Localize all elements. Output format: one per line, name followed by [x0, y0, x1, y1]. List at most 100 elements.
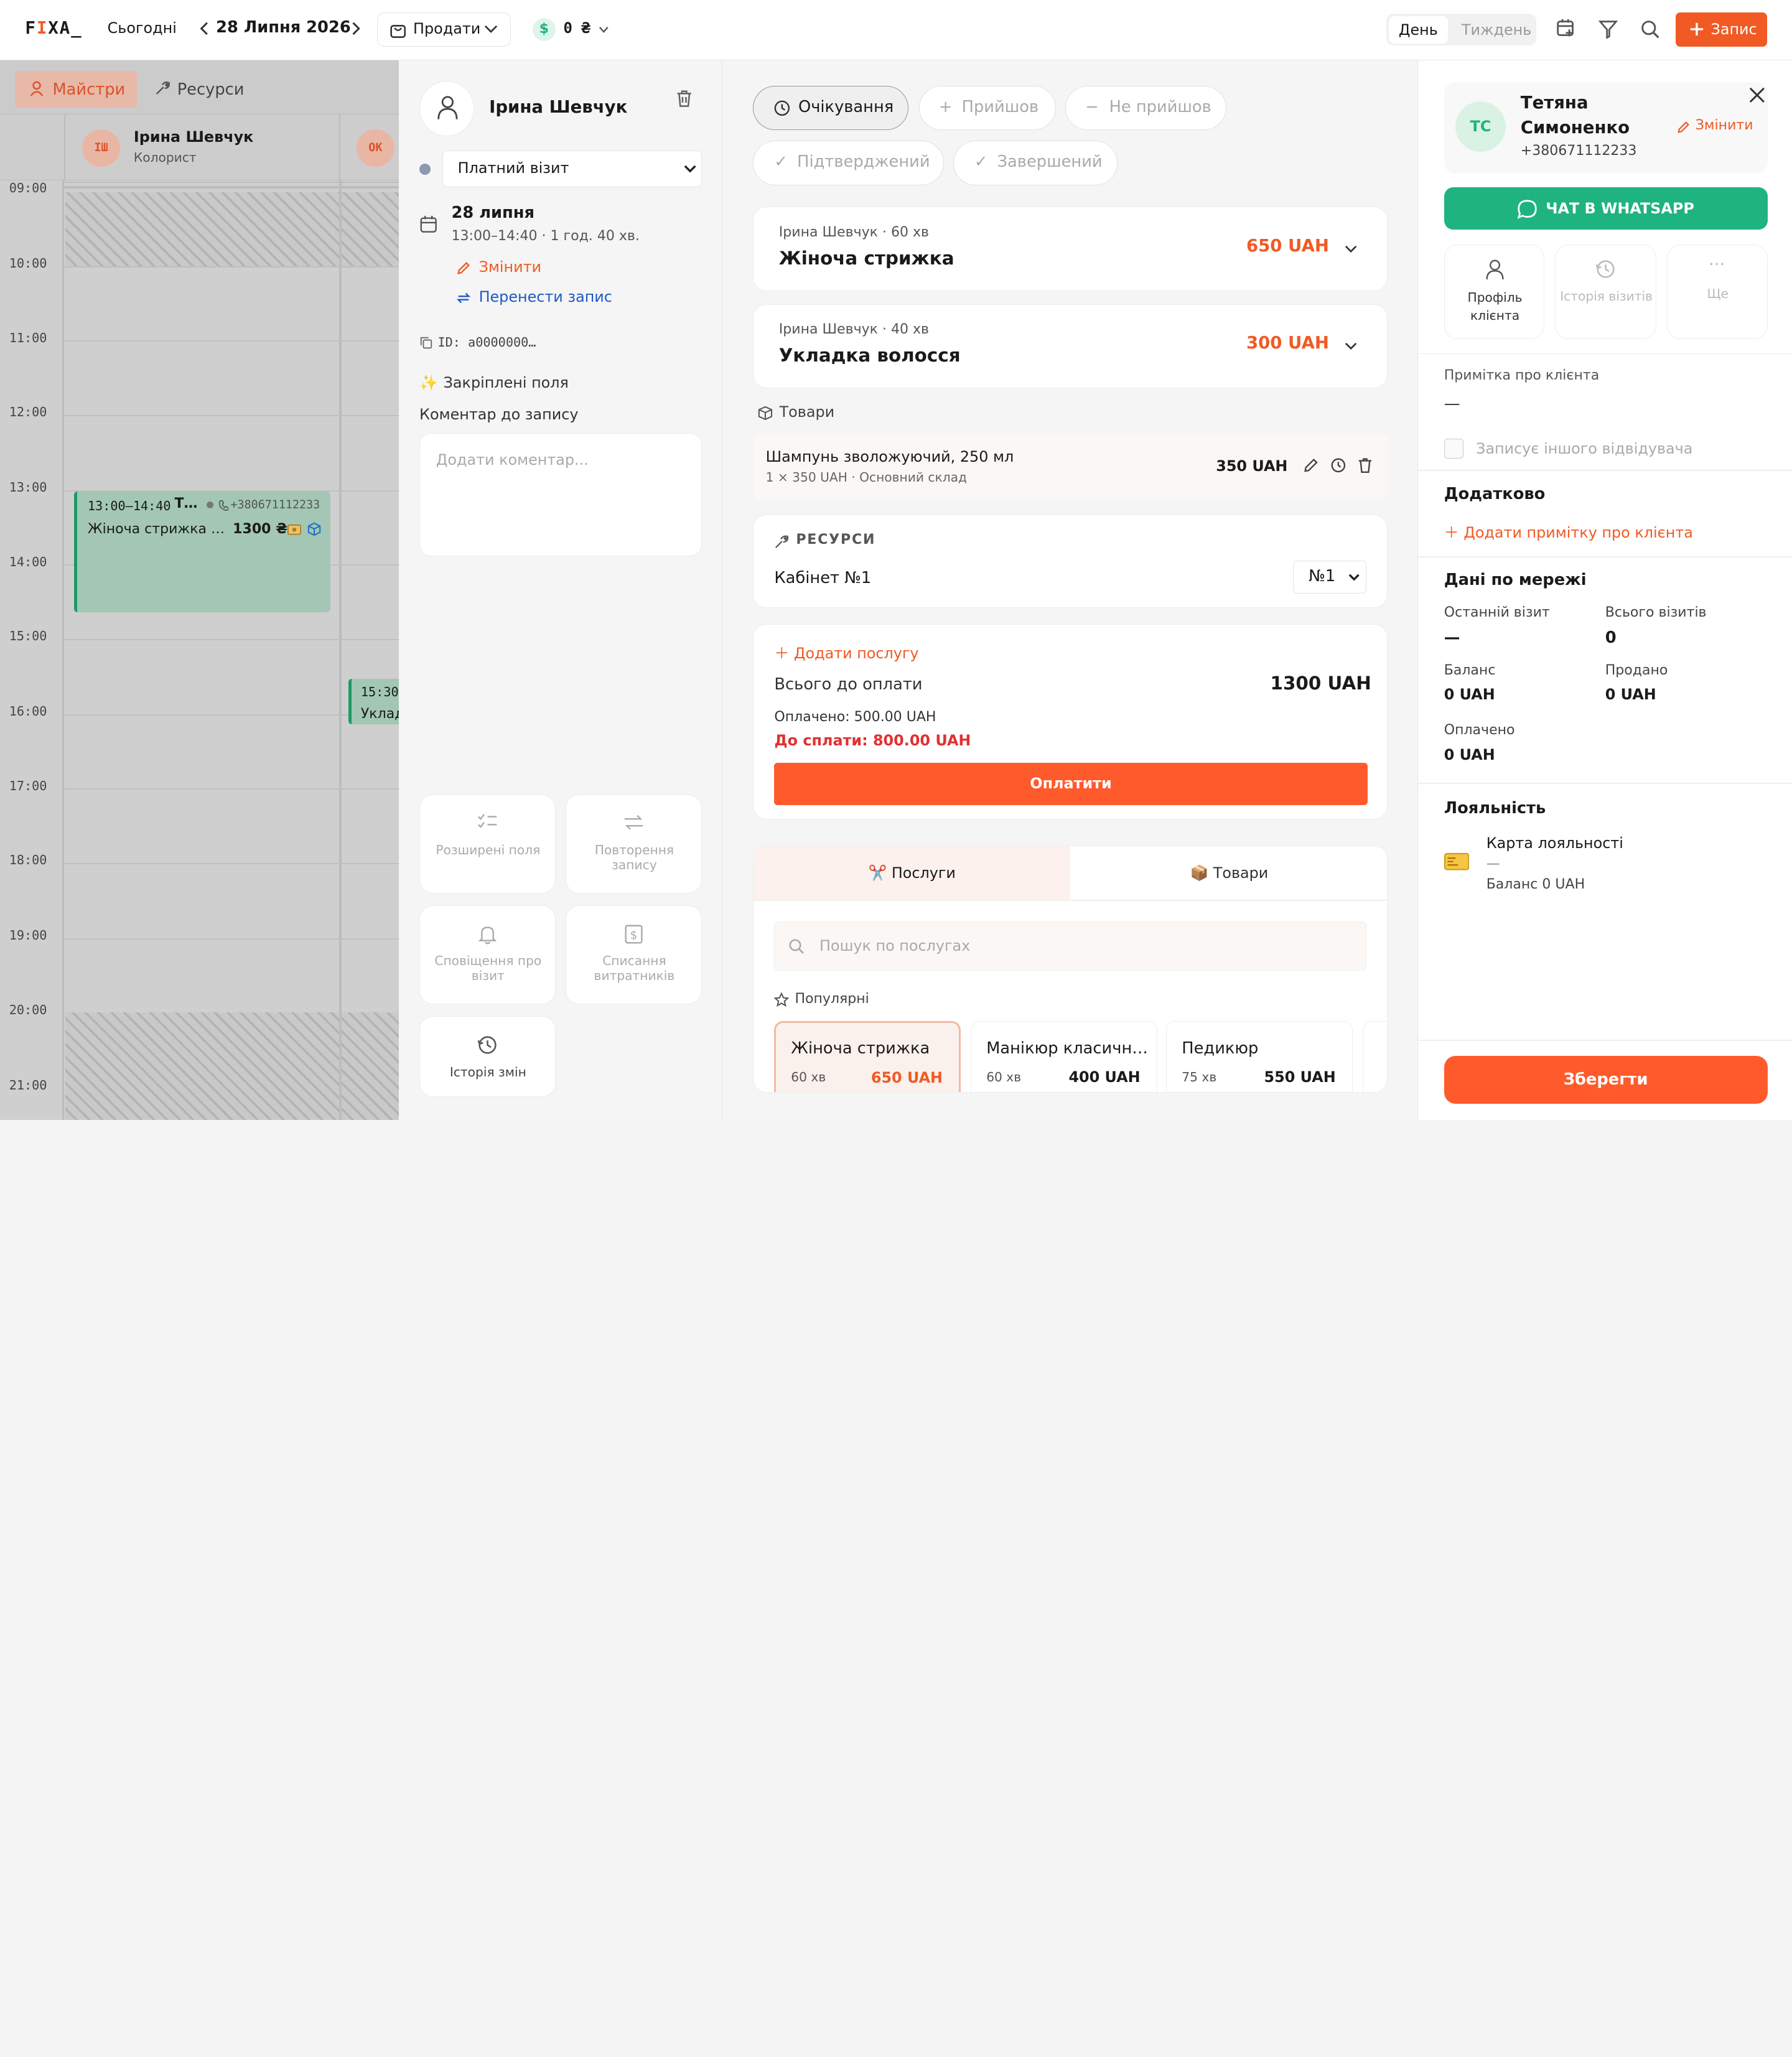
filter-icon[interactable]	[1598, 19, 1618, 40]
appointment-phone: +380671112233	[230, 498, 320, 511]
other-visitor-checkbox[interactable]	[1444, 439, 1463, 459]
tab-resources[interactable]: Ресурси	[177, 80, 245, 99]
status-completed-label: Завершений	[997, 152, 1103, 172]
consumables-tile[interactable]: $ Списання витратників	[566, 905, 702, 1005]
status-waiting[interactable]: Очікування	[753, 85, 909, 131]
cash-icon	[287, 525, 302, 535]
paid-value: Оплачено: 500.00 UAH	[774, 709, 936, 725]
app-logo: FIXA_	[25, 18, 83, 39]
service-quick-card[interactable]: Манікюр класичн… 60 хв 400 UAH	[971, 1021, 1157, 1092]
prev-date-icon[interactable]	[199, 21, 210, 37]
top-bar: FIXA_ Сьогодні 28 Липня 2026 Продати $ 0…	[0, 0, 1792, 61]
appointment-block[interactable]: 13:00–14:40 Т… +380671112233 Жіноча стри…	[74, 491, 330, 613]
appointment-service: Уклад	[360, 706, 399, 722]
goods-item-sub: 1 × 350 UAH · Основний склад	[765, 469, 967, 485]
service-quick-card[interactable]: Жіноча стрижка 60 хв 650 UAH	[774, 1021, 961, 1092]
resources-card: РЕСУРСИ Кабінет №1 №1	[753, 514, 1388, 609]
search-icon[interactable]	[1640, 19, 1661, 40]
service-quick-name: Манікюр класичн…	[986, 1038, 1147, 1058]
sell-dropdown[interactable]: Продати	[377, 12, 511, 47]
close-icon[interactable]	[1749, 87, 1765, 103]
balance-chevron-icon[interactable]	[599, 26, 609, 34]
pinned-fields[interactable]: Закріплені поля	[444, 374, 569, 391]
appointment-block[interactable]: 15:30 Уклад	[348, 678, 399, 725]
status-confirmed[interactable]: ✓ Підтверджений	[753, 140, 945, 185]
package-icon	[758, 406, 773, 421]
wrench-icon	[774, 534, 789, 549]
save-button[interactable]: Зберегти	[1444, 1056, 1768, 1104]
service-quick-card	[1363, 1021, 1387, 1092]
add-note-link[interactable]: ＋ Додати примітку про клієнта	[1444, 520, 1693, 542]
extended-fields-tile[interactable]: Розширені поля	[419, 794, 556, 894]
trash-icon[interactable]	[1358, 457, 1373, 473]
popular-title: Популярні	[795, 991, 869, 1007]
service-meta: Ірина Шевчук · 60 хв	[778, 224, 930, 240]
tile-label: Історія змін	[449, 1064, 526, 1080]
chevron-down-icon	[1345, 245, 1357, 253]
grid-line	[63, 938, 399, 940]
status-not-came[interactable]: − Не прийшов	[1065, 85, 1226, 131]
today-button[interactable]: Сьогодні	[108, 19, 177, 37]
service-quick-price: 400 UAH	[1068, 1068, 1141, 1086]
hour-label: 19:00	[9, 928, 47, 943]
tab-services[interactable]: ✂️ Послуги	[754, 846, 1071, 900]
client-panel: ТС Тетяна Симоненко +380671112233 Змінит…	[1417, 60, 1792, 1120]
status-completed[interactable]: ✓ Завершений	[953, 140, 1118, 185]
grid-line	[63, 340, 399, 342]
comment-input[interactable]: Додати коментар...	[419, 433, 702, 557]
dollar-icon[interactable]: $	[532, 18, 556, 42]
view-week-tab[interactable]: Тиждень	[1459, 16, 1533, 44]
service-card[interactable]: Ірина Шевчук · 40 хв Укладка волосся 300…	[753, 304, 1388, 389]
service-name: Укладка волосся	[778, 344, 961, 366]
visit-history-tile[interactable]: Історія візитів	[1554, 245, 1657, 340]
divider	[1417, 1040, 1792, 1042]
next-date-icon[interactable]	[350, 21, 361, 37]
status-came[interactable]: + Прийшов	[918, 85, 1057, 131]
service-quick-name: Педикюр	[1182, 1038, 1259, 1058]
edit-link[interactable]: Змінити	[479, 258, 541, 276]
pencil-icon[interactable]	[1303, 457, 1319, 473]
service-card[interactable]: Ірина Шевчук · 60 хв Жіноча стрижка 650 …	[753, 207, 1388, 292]
history-icon[interactable]	[1330, 457, 1346, 473]
repeat-record-tile[interactable]: Повторення запису	[566, 794, 702, 894]
add-service-label: Додати послугу	[793, 644, 919, 662]
hour-label: 09:00	[9, 180, 47, 196]
notification-tile[interactable]: Сповіщення про візит	[419, 905, 556, 1005]
tab-masters[interactable]: Майстри	[14, 70, 138, 108]
client-edit-link[interactable]: Змінити	[1696, 118, 1753, 133]
client-first-name: Тетяна	[1520, 92, 1589, 113]
catalog-card: ✂️ Послуги 📦 Товари Пошук по послугах По…	[753, 846, 1388, 1093]
service-quick-card[interactable]: Педикюр 75 хв 550 UAH	[1166, 1021, 1353, 1092]
history-icon	[1595, 259, 1616, 279]
divider	[1417, 783, 1792, 784]
chevron-down-icon	[1345, 342, 1357, 350]
tile-label: Історія візитів	[1560, 288, 1653, 304]
visit-type-select[interactable]: Платний візит	[442, 151, 702, 188]
star-icon	[774, 992, 790, 1007]
view-day-tab[interactable]: День	[1388, 16, 1449, 44]
user-icon	[1485, 259, 1505, 281]
service-meta: Ірина Шевчук · 40 хв	[778, 322, 930, 338]
tab-goods[interactable]: 📦 Товари	[1070, 846, 1387, 900]
catalog-search[interactable]: Пошук по послугах	[774, 921, 1366, 971]
client-profile-tile[interactable]: Профіль клієнта	[1444, 245, 1545, 340]
stat-label: Оплачено	[1444, 722, 1515, 738]
reschedule-link[interactable]: Перенести запис	[479, 288, 612, 306]
service-price: 650 UAH	[1246, 236, 1329, 256]
copy-icon[interactable]	[419, 336, 433, 350]
whatsapp-button[interactable]: ЧАТ В WHATSAPP	[1444, 187, 1768, 230]
chevron-down-icon	[684, 165, 696, 173]
trash-icon[interactable]	[675, 89, 693, 108]
cabinet-select[interactable]: №1	[1293, 560, 1366, 594]
pay-button[interactable]: Оплатити	[774, 763, 1368, 806]
calendar-add-icon[interactable]	[1556, 18, 1576, 39]
add-service-link[interactable]: ＋ Додати послугу	[774, 641, 918, 663]
change-history-tile[interactable]: Історія змін	[419, 1015, 556, 1098]
off-hours-block	[65, 1012, 340, 1120]
chat-icon	[1517, 199, 1538, 220]
service-quick-price: 550 UAH	[1264, 1068, 1336, 1086]
view-toggle: День Тиждень	[1386, 14, 1536, 46]
add-record-button[interactable]: Запис	[1675, 12, 1767, 47]
client-note-label: Примітка про клієнта	[1444, 368, 1600, 384]
more-tile[interactable]: ··· Ще	[1666, 245, 1768, 340]
